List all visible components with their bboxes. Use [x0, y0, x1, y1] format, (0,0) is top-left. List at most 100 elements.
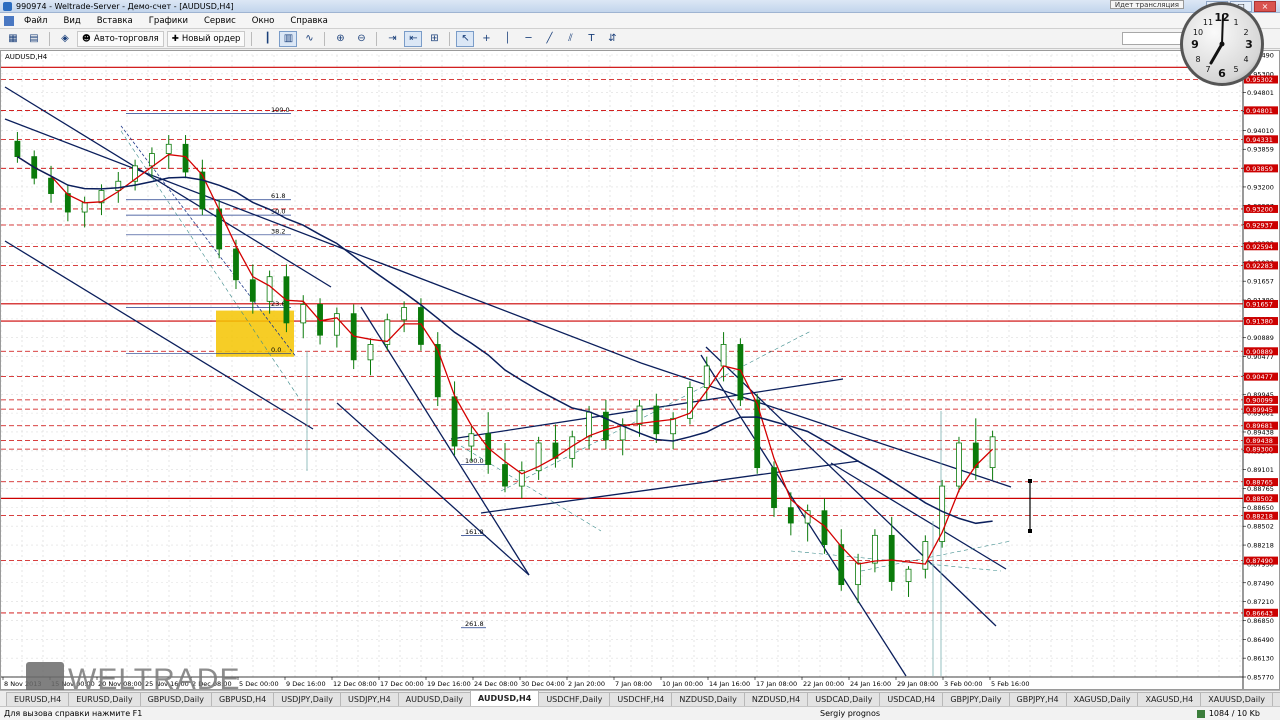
- title-bar: 990974 - Weltrade-Server - Демо-счет - […: [0, 0, 1280, 13]
- chart-tab[interactable]: NZDUSD,H4: [743, 692, 809, 706]
- chart-tab[interactable]: GBPJPY,Daily: [942, 692, 1010, 706]
- profiles-icon[interactable]: ▤: [25, 31, 43, 47]
- bar-chart-icon[interactable]: ┃: [258, 31, 276, 47]
- autoscroll-icon[interactable]: ⇥: [383, 31, 401, 47]
- menu-file[interactable]: Файл: [16, 13, 55, 29]
- x-tick-label: 24 Jan 16:00: [850, 680, 891, 688]
- fib-level-label: 100.0: [271, 106, 290, 114]
- candle-body: [502, 464, 508, 487]
- chart-area[interactable]: 0.954900.953000.948010.943310.940100.938…: [0, 50, 1280, 690]
- price-level-label: 0.91657: [1246, 300, 1273, 308]
- chart-tab[interactable]: AUDUSD,H4: [470, 691, 540, 706]
- menu-view[interactable]: Вид: [55, 13, 88, 29]
- price-level-label: 0.94801: [1246, 107, 1273, 115]
- chart-tab[interactable]: USDCAD,Daily: [807, 692, 881, 706]
- y-tick-label: 0.88650: [1247, 504, 1274, 512]
- connection-traffic: 1084 / 10 Kb: [1208, 709, 1260, 718]
- price-level-label: 0.93200: [1246, 205, 1273, 213]
- candle-body: [451, 396, 458, 447]
- chart-tab[interactable]: NZDUSD,Daily: [671, 692, 745, 706]
- terminal-window: 990974 - Weltrade-Server - Демо-счет - […: [0, 0, 1280, 720]
- price-level-label: 0.92283: [1246, 262, 1273, 270]
- menu-help[interactable]: Справка: [282, 13, 335, 29]
- svg-text:8: 8: [1195, 55, 1200, 64]
- line-chart-icon[interactable]: ∿: [300, 31, 318, 47]
- chart-tab[interactable]: GBPUSD,H4: [210, 692, 275, 706]
- svg-text:9: 9: [1191, 38, 1199, 51]
- price-level-label: 0.88765: [1246, 479, 1273, 487]
- menu-charts[interactable]: Графики: [141, 13, 196, 29]
- x-tick-label: 5 Dec 00:00: [239, 680, 279, 688]
- arrows-icon[interactable]: ⇵: [603, 31, 621, 47]
- price-chart[interactable]: 0.954900.953000.948010.943310.940100.938…: [1, 51, 1279, 689]
- zoom-in-icon[interactable]: ⊕: [331, 31, 349, 47]
- chart-tab[interactable]: AUDUSD,Daily: [397, 692, 472, 706]
- x-tick-label: 7 Jan 08:00: [615, 680, 652, 688]
- candle-body: [367, 344, 374, 361]
- chart-tab[interactable]: XAGUSD,Daily: [1065, 692, 1139, 706]
- y-tick-label: 0.94801: [1247, 89, 1274, 97]
- range-tool-handle: [1028, 479, 1032, 483]
- new-chart-icon[interactable]: ▦: [4, 31, 22, 47]
- candle-body: [149, 153, 155, 167]
- x-tick-label: 17 Dec 00:00: [380, 680, 424, 688]
- autotrade-button[interactable]: ☻ Авто-торговля: [77, 30, 164, 47]
- vertical-line-icon[interactable]: │: [498, 31, 516, 47]
- new-order-button[interactable]: ✚ Новый ордер: [166, 30, 246, 47]
- zoom-out-icon[interactable]: ⊖: [352, 31, 370, 47]
- trendline-icon[interactable]: ╱: [540, 31, 558, 47]
- range-tool-handle: [1028, 529, 1032, 533]
- channel-icon[interactable]: ⫽: [561, 31, 579, 47]
- x-tick-label: 2 Jan 20:00: [568, 680, 605, 688]
- y-tick-label: 0.91657: [1247, 278, 1274, 286]
- crosshair-icon[interactable]: +: [477, 31, 495, 47]
- price-level-label: 0.92937: [1246, 222, 1273, 230]
- chart-tab[interactable]: USDJPY,Daily: [273, 692, 342, 706]
- chart-tab[interactable]: GBPUSD,Daily: [139, 692, 212, 706]
- candle-body: [333, 313, 340, 336]
- candle-chart-icon[interactable]: ▥: [279, 30, 298, 47]
- menu-insert[interactable]: Вставка: [89, 13, 141, 29]
- chart-tab[interactable]: USDJPY,H4: [340, 692, 399, 706]
- candle-body: [888, 534, 895, 582]
- y-tick-label: 0.88218: [1247, 542, 1274, 550]
- x-tick-label: 10 Jan 00:00: [662, 680, 703, 688]
- clock-widget: 12 3 6 9 1 2 4 5 7 8 10 11: [1180, 2, 1264, 86]
- cursor-icon[interactable]: ↖: [456, 30, 475, 47]
- candle-body: [434, 344, 441, 398]
- templates-icon[interactable]: ⊞: [425, 31, 443, 47]
- menu-window[interactable]: Окно: [244, 13, 283, 29]
- y-tick-label: 0.93200: [1247, 183, 1274, 191]
- x-tick-label: 14 Jan 16:00: [709, 680, 750, 688]
- price-level-label: 0.91380: [1246, 318, 1273, 326]
- chart-shift-icon[interactable]: ⇤: [404, 30, 423, 47]
- chart-tab[interactable]: EURUSD,H4: [6, 692, 70, 706]
- x-tick-label: 3 Feb 00:00: [944, 680, 983, 688]
- toolbar-separator: [324, 31, 326, 46]
- chart-tab[interactable]: USDCAD,H4: [879, 692, 944, 706]
- chart-tab[interactable]: XAGUSD,H4: [1137, 692, 1202, 706]
- chart-tab[interactable]: XAUUSD,H4: [1271, 692, 1280, 706]
- candle-body: [48, 177, 54, 194]
- menu-tools[interactable]: Сервис: [196, 13, 244, 29]
- toolbar-separator: [251, 31, 253, 46]
- y-tick-label: 0.85770: [1247, 674, 1274, 682]
- trendline: [336, 402, 530, 576]
- price-level-label: 0.94331: [1246, 136, 1273, 144]
- chart-tab[interactable]: EURUSD,Daily: [68, 692, 141, 706]
- x-tick-label: 17 Jan 08:00: [756, 680, 797, 688]
- svg-text:11: 11: [1203, 18, 1213, 27]
- candle-body: [115, 180, 122, 191]
- price-level-label: 0.90099: [1246, 396, 1273, 404]
- chart-tab[interactable]: GBPJPY,H4: [1008, 692, 1067, 706]
- price-level-label: 0.93859: [1246, 165, 1273, 173]
- horizontal-line-icon[interactable]: ─: [519, 31, 537, 47]
- svg-text:10: 10: [1193, 28, 1203, 37]
- text-icon[interactable]: T: [582, 31, 600, 47]
- chart-tab[interactable]: USDCHF,Daily: [538, 692, 611, 706]
- chart-tab[interactable]: USDCHF,H4: [609, 692, 673, 706]
- chart-tab[interactable]: XAUUSD,Daily: [1200, 692, 1273, 706]
- candle-body: [14, 140, 21, 158]
- market-watch-icon[interactable]: ◈: [56, 31, 74, 47]
- fib-level-label: 0.0: [271, 346, 281, 354]
